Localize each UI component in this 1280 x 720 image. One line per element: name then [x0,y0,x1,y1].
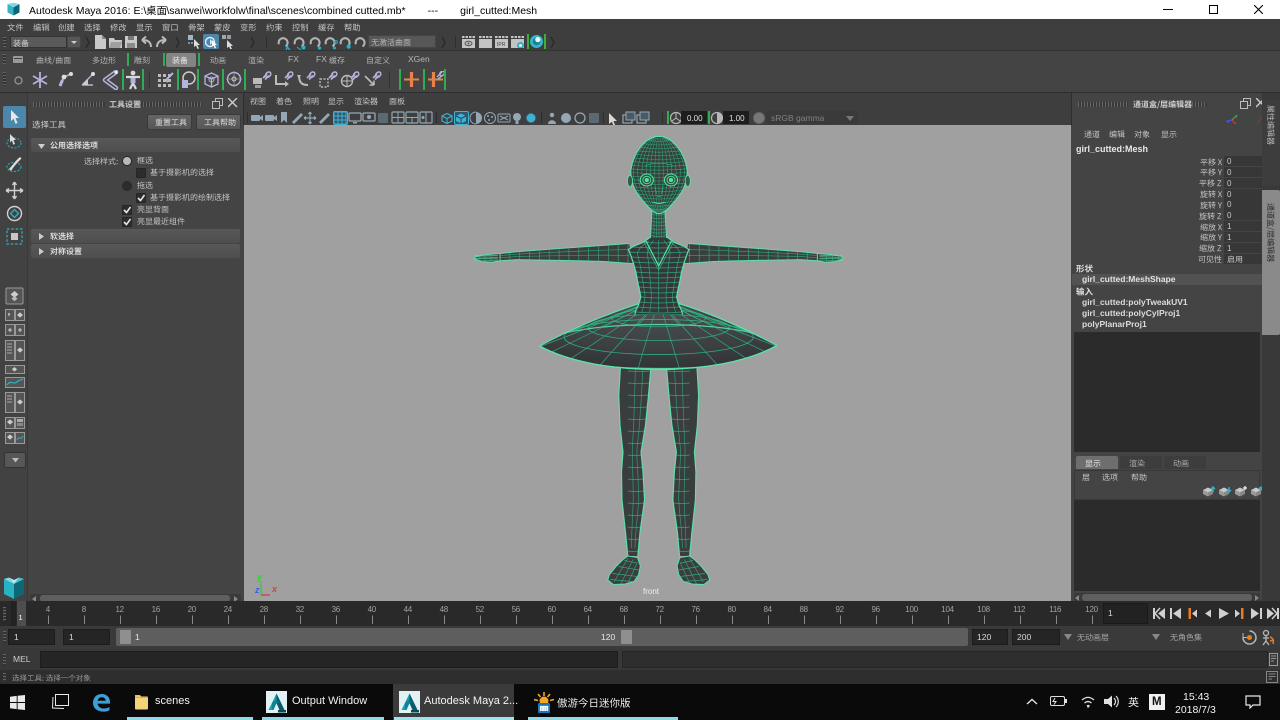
svg-text:IPR: IPR [497,42,506,48]
svg-text:x: x [271,584,278,594]
svg-text:y: y [256,572,263,582]
svg-text:z: z [254,585,260,595]
